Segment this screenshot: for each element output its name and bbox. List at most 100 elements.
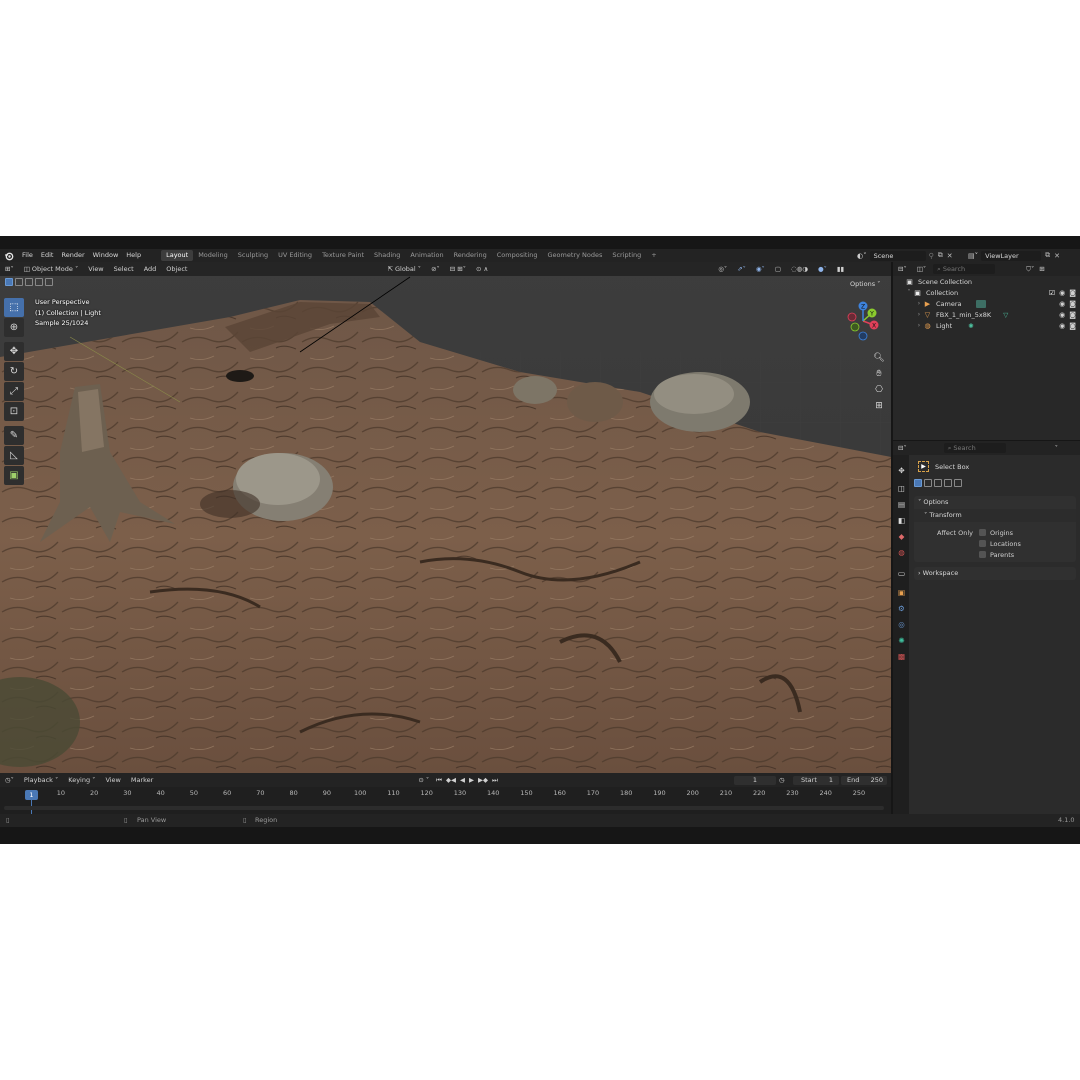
origins-checkbox[interactable]: Origins xyxy=(979,527,1021,538)
menu-object[interactable]: Object xyxy=(161,265,192,273)
menu-marker[interactable]: Marker xyxy=(126,776,158,784)
menu-keying[interactable]: Keying ˅ xyxy=(63,776,100,784)
parents-checkbox[interactable]: Parents xyxy=(979,549,1021,560)
view-layer-field[interactable]: ViewLayer xyxy=(981,250,1042,261)
menu-render[interactable]: Render xyxy=(57,249,88,262)
locations-checkbox-box[interactable] xyxy=(979,540,986,547)
new-scene-icon[interactable]: ⧉ xyxy=(938,251,943,260)
3d-viewport[interactable]: ⊞˅ ◫ Object Mode ˅ View Select Add Objec… xyxy=(0,262,891,773)
timeline-scrollbar[interactable] xyxy=(4,806,884,810)
transform-subpanel-header[interactable]: ˅ Transform xyxy=(914,509,1076,522)
menu-file[interactable]: File xyxy=(18,249,37,262)
tool-mode-intersect-icon[interactable] xyxy=(954,479,962,487)
tab-texture-paint[interactable]: Texture Paint xyxy=(317,250,369,261)
locations-checkbox[interactable]: Locations xyxy=(979,538,1021,549)
tool-mode-subtract-icon[interactable] xyxy=(934,479,942,487)
select-mode-invert-icon[interactable] xyxy=(35,278,43,286)
editor-type-icon[interactable]: ⊞˅ xyxy=(0,265,19,273)
workspace-panel-header[interactable]: › Workspace xyxy=(914,567,1076,580)
scene-selector[interactable]: ◐˅ Scene ⚲ ⧉ ✕ xyxy=(857,250,953,261)
properties-options-icon[interactable]: ˅ xyxy=(1050,444,1063,452)
menu-help[interactable]: Help xyxy=(122,249,145,262)
jump-end-icon[interactable]: ⏭ xyxy=(490,776,500,785)
modifier-tab-icon[interactable]: ⚙ xyxy=(896,603,907,614)
delete-scene-icon[interactable]: ✕ xyxy=(947,252,953,260)
gizmo-toggle-icon[interactable]: ⇗˅ xyxy=(732,265,751,273)
navigation-gizmo[interactable]: X Y Z xyxy=(840,298,886,344)
end-frame-field[interactable]: End 250 xyxy=(841,776,887,785)
menu-view[interactable]: View xyxy=(83,265,108,273)
output-tab-icon[interactable]: ▤ xyxy=(896,499,907,510)
origins-checkbox-box[interactable] xyxy=(979,529,986,536)
menu-add[interactable]: Add xyxy=(139,265,162,273)
overlay-toggle-icon[interactable]: ◉˅ xyxy=(751,265,770,273)
proportional-edit-icon[interactable]: ⊙ ∧ xyxy=(471,265,493,273)
cursor-tool-icon[interactable]: ⊕ xyxy=(4,318,24,337)
outliner-row-light[interactable]: › ◍ Light ✺ ◉ ◙ xyxy=(893,320,1080,331)
tool-mode-extend-icon[interactable] xyxy=(924,479,932,487)
shading-rendered-icon[interactable]: ●˅ xyxy=(813,265,832,273)
timeline-editor-type-icon[interactable]: ◷˅ xyxy=(0,776,19,784)
render-camera-icon[interactable]: ◙ xyxy=(1069,322,1076,330)
new-view-layer-icon[interactable]: ⧉ xyxy=(1045,251,1050,260)
properties-editor-type-icon[interactable]: ⊟˅ xyxy=(893,444,912,452)
tab-modeling[interactable]: Modeling xyxy=(193,250,233,261)
eye-icon[interactable]: ◉ xyxy=(1059,311,1065,319)
tab-geometry-nodes[interactable]: Geometry Nodes xyxy=(543,250,608,261)
workspace-panel[interactable]: › Workspace xyxy=(914,567,1076,580)
camera-view-icon[interactable]: ⎔ xyxy=(870,382,888,397)
render-tab-icon[interactable]: ◫ xyxy=(896,483,907,494)
object-tab-icon[interactable]: ▣ xyxy=(896,587,907,598)
eye-icon[interactable]: ◉ xyxy=(1059,322,1065,330)
play-icon[interactable]: ▶ xyxy=(467,776,476,784)
render-camera-icon[interactable]: ◙ xyxy=(1069,289,1076,297)
clock-icon[interactable]: ◷ xyxy=(779,776,791,785)
select-mode-new-icon[interactable] xyxy=(5,278,13,286)
tab-scripting[interactable]: Scripting xyxy=(607,250,646,261)
pan-hand-icon[interactable]: ✋︎ xyxy=(870,366,888,381)
object-mode-dropdown[interactable]: ◫ Object Mode ˅ xyxy=(19,265,84,273)
eye-icon[interactable]: ◉ xyxy=(1059,300,1065,308)
new-collection-icon[interactable]: ⊞ xyxy=(1039,265,1044,273)
add-cube-tool-icon[interactable]: ▣ xyxy=(4,466,24,485)
play-reverse-icon[interactable]: ◀ xyxy=(458,776,467,784)
select-box-tool-icon[interactable]: ⬚ xyxy=(4,298,24,317)
properties-search-input[interactable]: ⌕ Search xyxy=(943,443,1006,453)
view-layer-selector[interactable]: ▤˅ ViewLayer ⧉ ✕ xyxy=(968,250,1060,261)
outliner-row-camera[interactable]: › ▶ Camera ◉ ◙ xyxy=(893,298,1080,309)
view-layer-tab-icon[interactable]: ◧ xyxy=(896,515,907,526)
transform-tool-icon[interactable]: ⊡ xyxy=(4,402,24,421)
select-mode-buttons[interactable] xyxy=(5,278,55,286)
frame-ruler[interactable]: 10 20 30 40 50 60 70 80 90 100 110 120 130 140 150 160 1… xyxy=(0,787,891,801)
light-expand-icon[interactable]: › xyxy=(915,322,923,329)
outliner-row-scene-collection[interactable]: ▣ Scene Collection xyxy=(893,276,1080,287)
outliner-row-mesh[interactable]: › ▽ FBX_1_min_5x8K ▽ ◉ ◙ xyxy=(893,309,1080,320)
physics-tab-icon[interactable]: ◎ xyxy=(896,619,907,630)
jump-start-icon[interactable]: ⏮ xyxy=(434,776,444,785)
zoom-icon[interactable]: 🔍︎ xyxy=(870,350,888,365)
tab-rendering[interactable]: Rendering xyxy=(449,250,492,261)
collection-expand-icon[interactable]: ˅ xyxy=(905,289,913,296)
options-panel-header[interactable]: ˅ Options xyxy=(914,496,1076,509)
data-tab-icon[interactable]: ✺ xyxy=(896,635,907,646)
next-keyframe-icon[interactable]: ▶◆ xyxy=(476,776,490,784)
shading-wireframe-icon[interactable]: ◌◍◑ xyxy=(786,265,813,273)
menu-playback[interactable]: Playback ˅ xyxy=(19,776,63,784)
start-frame-field[interactable]: Start 1 xyxy=(793,776,839,785)
annotate-tool-icon[interactable]: ✎ xyxy=(4,426,24,445)
scale-tool-icon[interactable]: ⤢ xyxy=(4,382,24,401)
visibility-icon[interactable]: ◎˅ xyxy=(713,265,732,273)
scene-name-field[interactable]: Scene xyxy=(869,250,926,261)
pause-render-icon[interactable]: ▮▮ xyxy=(832,265,849,273)
transform-orientation-dropdown[interactable]: ⇱ Global ˅ xyxy=(382,265,426,273)
tab-sculpting[interactable]: Sculpting xyxy=(233,250,273,261)
menu-edit[interactable]: Edit xyxy=(37,249,58,262)
collection-checkbox-icon[interactable]: ☑ xyxy=(1049,289,1055,297)
menu-window[interactable]: Window xyxy=(89,249,123,262)
measure-tool-icon[interactable]: ◺ xyxy=(4,446,24,465)
add-workspace-button[interactable]: + xyxy=(646,250,661,261)
texture-tab-icon[interactable]: ▩ xyxy=(896,651,907,662)
delete-view-layer-icon[interactable]: ✕ xyxy=(1054,252,1060,260)
tool-mode-new-icon[interactable] xyxy=(914,479,922,487)
pivot-icon[interactable]: ⊘˅ xyxy=(426,265,445,273)
